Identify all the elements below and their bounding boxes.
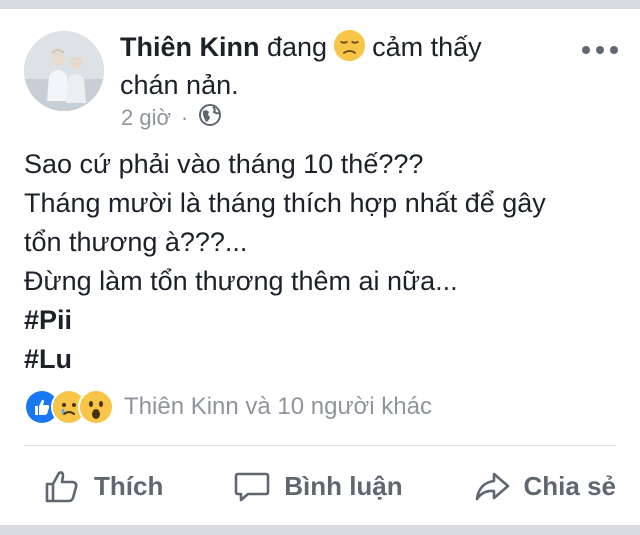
bottom-border (0, 525, 640, 535)
post-line: Sao cứ phải vào tháng 10 thế??? (24, 149, 424, 179)
share-button[interactable]: Chia sẻ (472, 466, 617, 506)
action-bar: Thích Bình luận Chia sẻ (24, 460, 616, 512)
post-meta: 2 giờ · (121, 102, 222, 134)
feeling-prefix: đang (267, 32, 328, 62)
post-header: Thiên Kinn đang cảm thấy chán nản. (120, 28, 530, 104)
comment-icon (234, 472, 270, 502)
share-icon (475, 472, 509, 501)
more-dot (582, 46, 590, 54)
comment-label: Bình luận (284, 470, 403, 501)
post-line: Đừng làm tổn thương thêm ai nữa... (24, 266, 458, 296)
avatar[interactable] (24, 31, 104, 111)
divider (24, 445, 616, 446)
share-label: Chia sẻ (523, 470, 617, 501)
post-line: Tháng mười là tháng thích hợp nhất để gâ… (24, 188, 546, 218)
avatar-photo (24, 31, 104, 111)
hashtag-link[interactable]: #Lu (24, 340, 614, 379)
comment-button[interactable]: Bình luận (232, 466, 403, 506)
post-line: tổn thương à???... (24, 227, 248, 257)
meta-separator: · (180, 105, 189, 130)
like-button[interactable]: Thích (42, 466, 163, 506)
post-time[interactable]: 2 giờ (121, 105, 171, 131)
globe-icon[interactable] (198, 103, 222, 133)
thumbs-up-icon (45, 471, 78, 503)
post-body: Sao cứ phải vào tháng 10 thế??? Tháng mư… (24, 145, 614, 379)
author-name[interactable]: Thiên Kinn (120, 32, 259, 62)
reactions-summary-text: Thiên Kinn và 10 người khác (124, 393, 432, 420)
top-border (0, 0, 640, 9)
wow-reaction-icon (78, 389, 114, 425)
more-options-button[interactable] (582, 40, 618, 60)
sad-face-icon (333, 29, 366, 62)
like-label: Thích (94, 470, 164, 501)
reactions-summary[interactable]: Thiên Kinn và 10 người khác (24, 389, 432, 425)
more-dot (596, 46, 604, 54)
more-dot (610, 46, 618, 54)
hashtag-link[interactable]: #Pii (24, 301, 614, 340)
